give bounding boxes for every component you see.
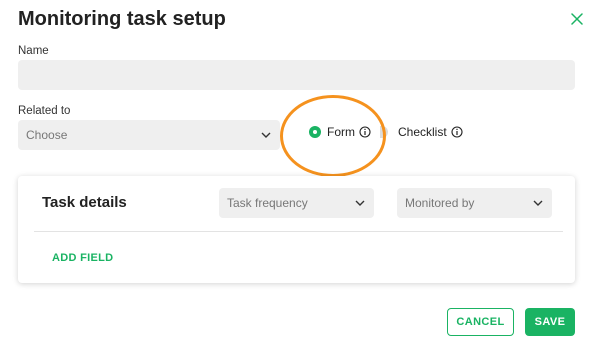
name-label: Name: [18, 45, 49, 57]
radio-checklist[interactable]: Checklist: [380, 125, 463, 139]
name-input[interactable]: [18, 60, 575, 90]
monitored-by-select[interactable]: Monitored by: [397, 188, 552, 218]
task-details-title: Task details: [42, 194, 127, 211]
info-icon[interactable]: [359, 126, 371, 138]
related-to-label: Related to: [18, 105, 71, 117]
dialog-title: Monitoring task setup: [18, 8, 226, 30]
cancel-button[interactable]: CANCEL: [447, 308, 514, 336]
close-icon: [571, 13, 583, 25]
radio-checklist-label: Checklist: [398, 125, 447, 139]
close-button[interactable]: [568, 10, 586, 28]
task-frequency-placeholder: Task frequency: [227, 196, 308, 210]
chevron-down-icon: [354, 197, 366, 209]
related-to-placeholder: Choose: [26, 128, 68, 142]
card-divider: [34, 231, 563, 232]
chevron-down-icon: [532, 197, 544, 209]
task-details-card: Task details Task frequency Monitored by…: [18, 176, 575, 283]
radio-form-indicator[interactable]: [309, 126, 321, 138]
chevron-down-icon: [260, 129, 272, 141]
info-icon[interactable]: [451, 126, 463, 138]
task-frequency-select[interactable]: Task frequency: [219, 188, 374, 218]
radio-form-label: Form: [327, 125, 355, 139]
monitored-by-placeholder: Monitored by: [405, 196, 475, 210]
add-field-button[interactable]: ADD FIELD: [52, 252, 113, 264]
radio-checklist-indicator[interactable]: [380, 126, 388, 138]
related-to-select[interactable]: Choose: [18, 120, 280, 150]
save-button[interactable]: SAVE: [525, 308, 575, 336]
radio-form[interactable]: Form: [309, 125, 371, 139]
